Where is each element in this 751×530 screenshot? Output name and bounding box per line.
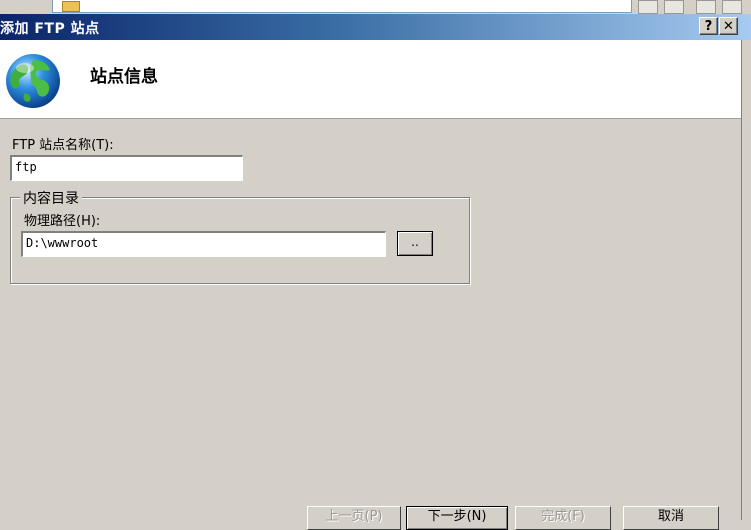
background-toolbar-button xyxy=(696,0,716,14)
background-toolbar-button xyxy=(722,0,742,14)
close-button[interactable]: ✕ xyxy=(719,17,738,35)
dialog-title: 添加 FTP 站点 xyxy=(0,21,100,37)
help-button[interactable]: ? xyxy=(699,17,718,35)
background-toolbar-button xyxy=(638,0,658,14)
browse-button[interactable]: .. xyxy=(397,231,433,256)
next-button[interactable]: 下一步(N) xyxy=(406,506,508,530)
background-toolbar-button xyxy=(664,0,684,14)
finish-button[interactable]: 完成(F) xyxy=(515,506,611,530)
folder-icon xyxy=(62,1,80,12)
physical-path-label: 物理路径(H): xyxy=(24,214,101,229)
content-directory-label: 内容目录 xyxy=(20,188,82,208)
background-address-bar xyxy=(52,0,632,13)
site-name-input[interactable]: ftp xyxy=(10,155,243,181)
page-title: 站点信息 xyxy=(90,67,158,87)
background-window xyxy=(0,0,751,14)
cancel-button[interactable]: 取消 xyxy=(623,506,719,530)
background-window-edge xyxy=(741,40,751,520)
dialog-titlebar[interactable]: 添加 FTP 站点 ? ✕ xyxy=(0,14,751,40)
site-name-label: FTP 站点名称(T): xyxy=(12,138,114,153)
wizard-header: 站点信息 xyxy=(0,40,741,119)
physical-path-input[interactable]: D:\wwwroot xyxy=(21,231,386,257)
previous-button[interactable]: 上一页(P) xyxy=(307,506,401,530)
globe-icon xyxy=(4,52,62,110)
